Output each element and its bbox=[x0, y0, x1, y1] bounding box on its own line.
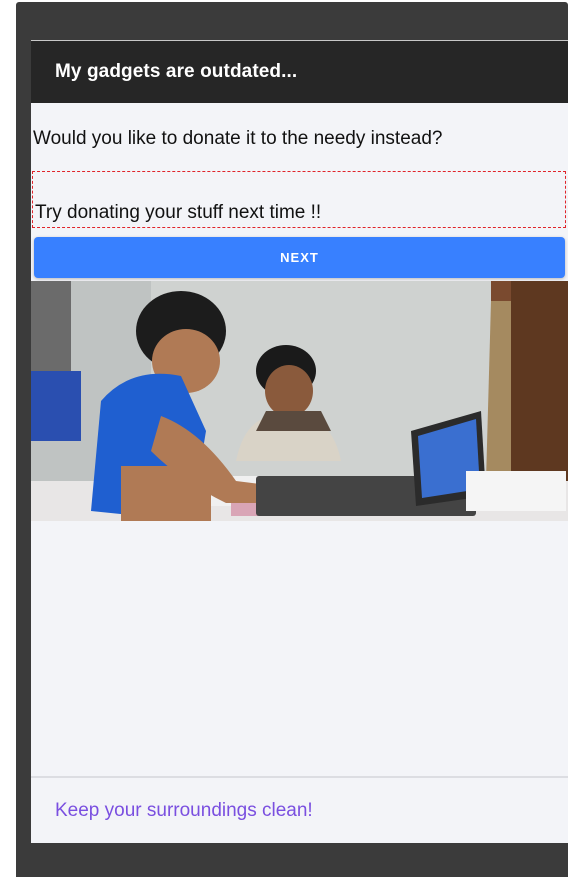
next-button[interactable]: NEXT bbox=[34, 237, 565, 278]
toolbar-header: My gadgets are outdated... bbox=[31, 40, 568, 103]
page-title: My gadgets are outdated... bbox=[55, 61, 298, 82]
message-text: Try donating your stuff next time !! bbox=[35, 202, 322, 223]
message-box: Try donating your stuff next time !! bbox=[32, 171, 566, 228]
app-screen: My gadgets are outdated... Would you lik… bbox=[31, 40, 568, 843]
footer-message: Keep your surroundings clean! bbox=[55, 800, 313, 821]
question-text: Would you like to donate it to the needy… bbox=[33, 128, 443, 149]
kids-laptop-photo bbox=[31, 281, 568, 521]
footer: Keep your surroundings clean! bbox=[31, 776, 568, 843]
